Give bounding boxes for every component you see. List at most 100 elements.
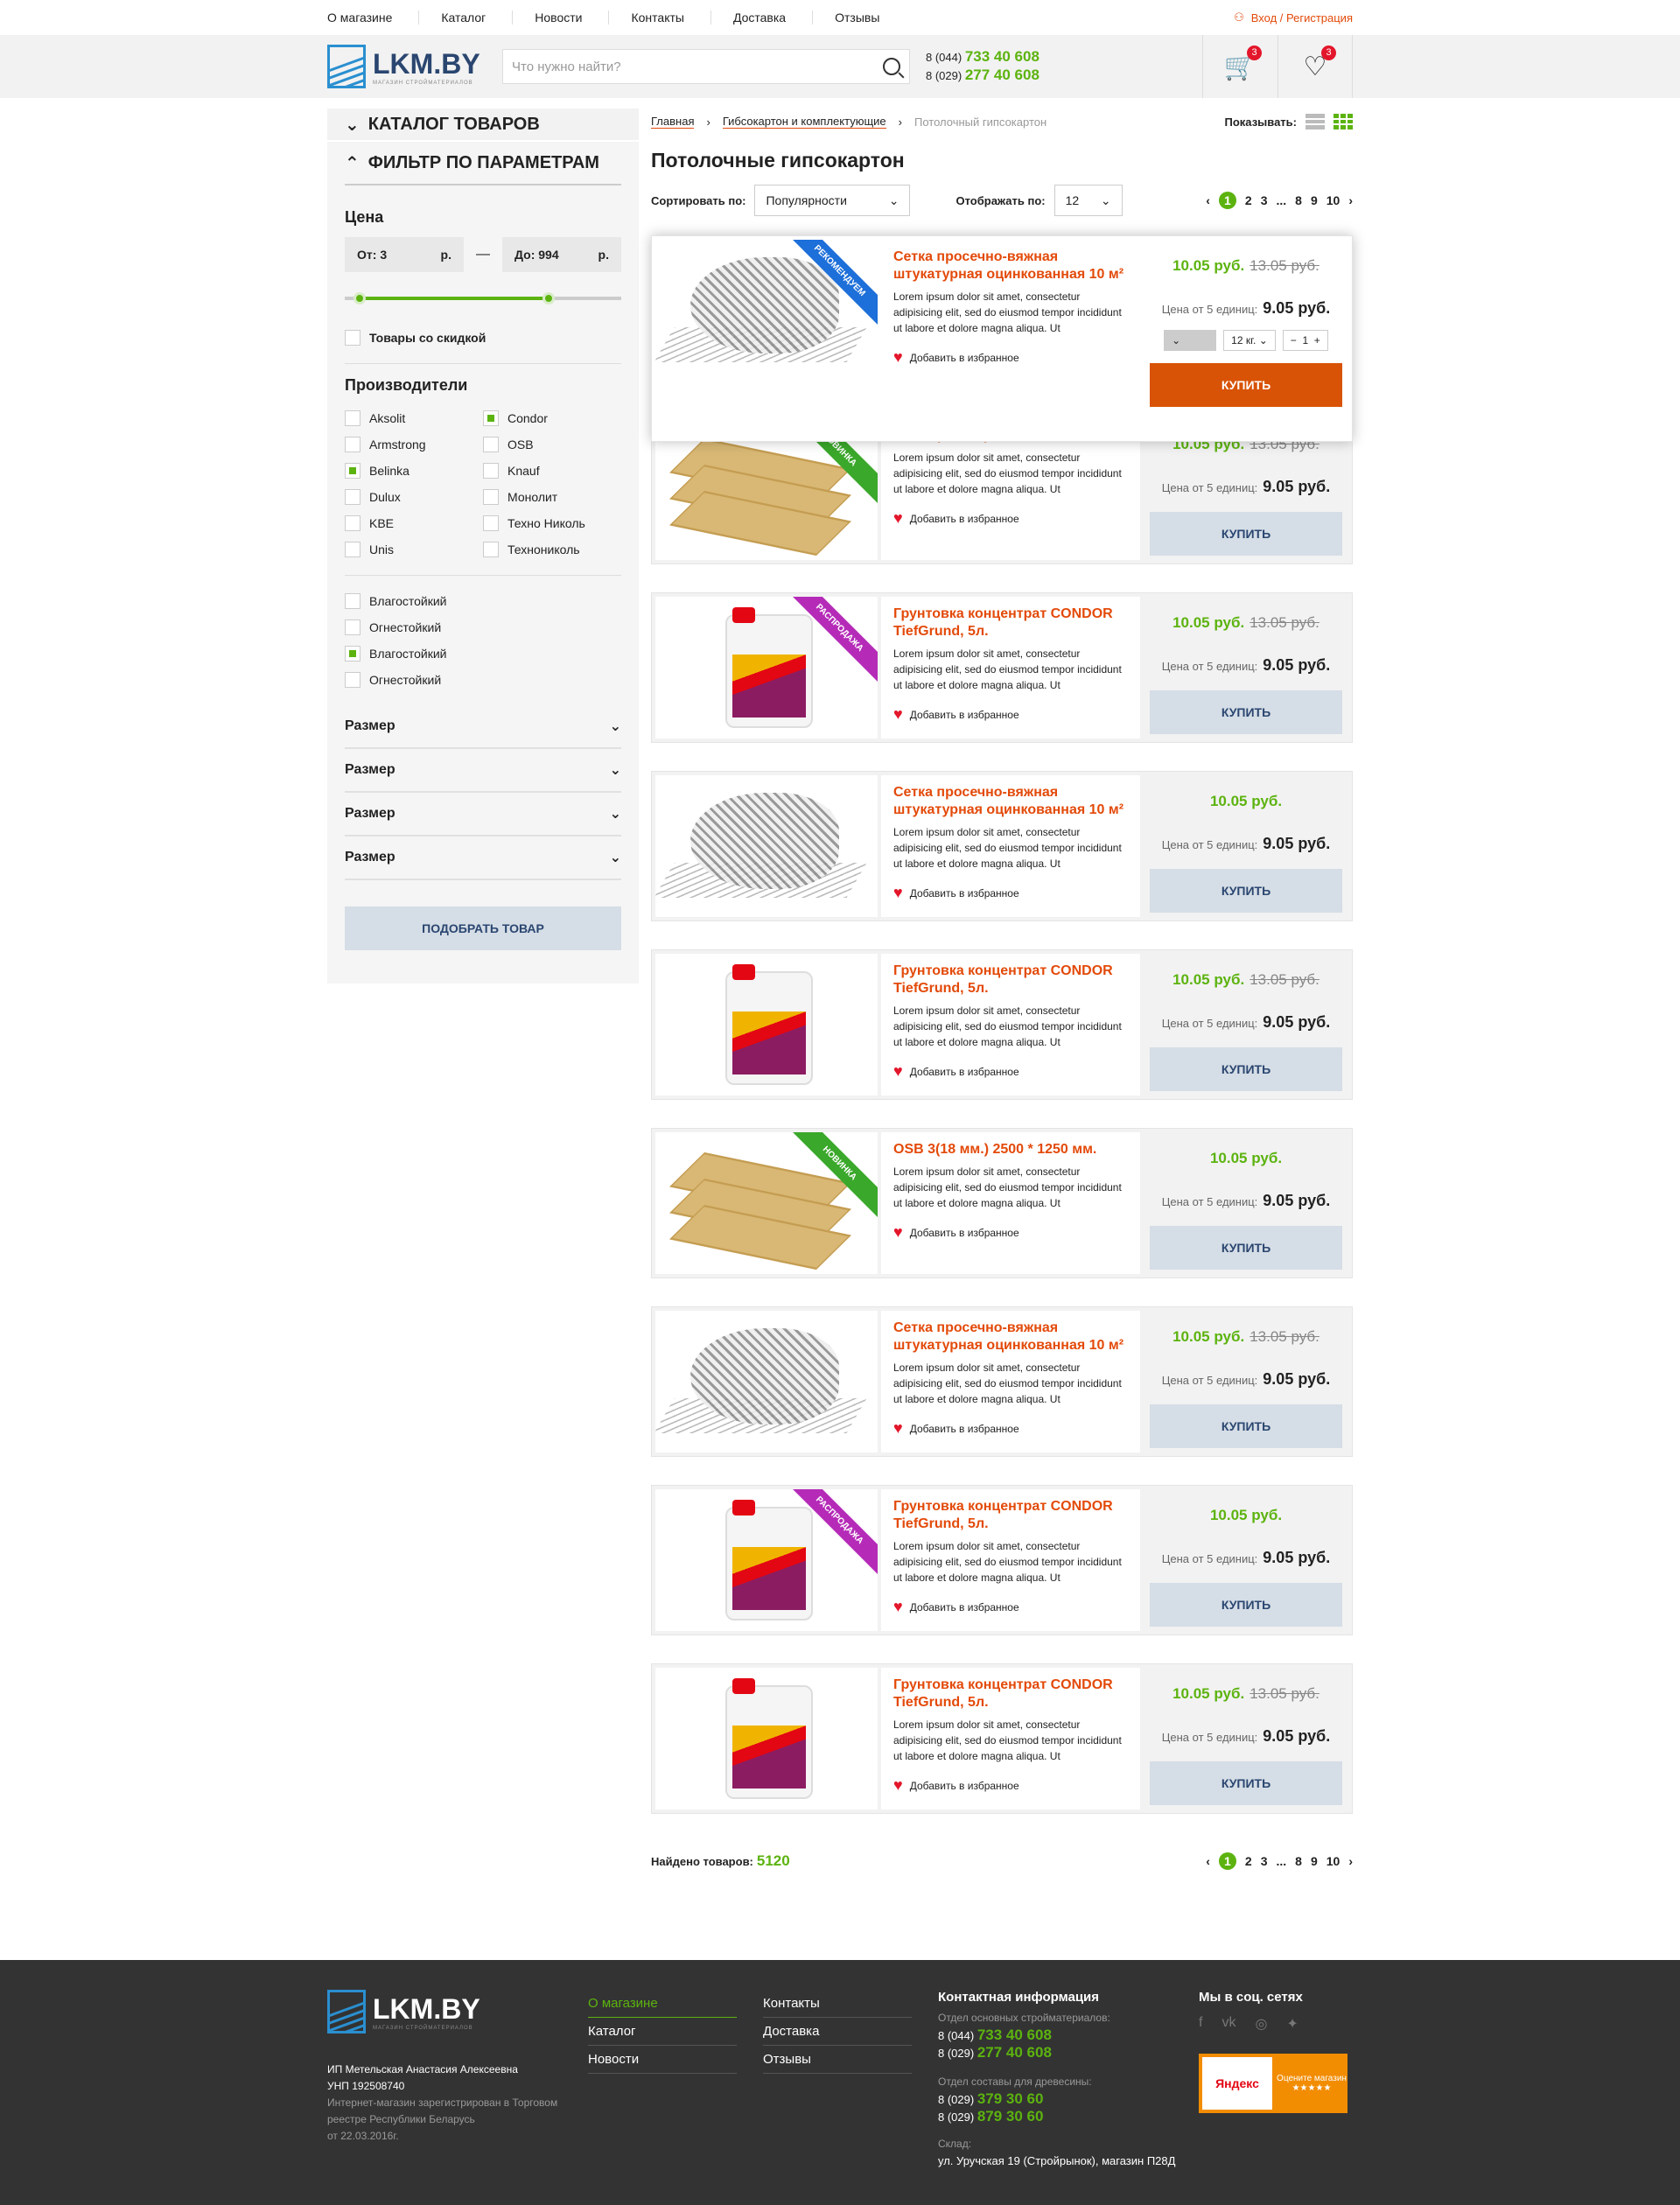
favorites-button[interactable]: ♡ 3 (1278, 35, 1353, 98)
search-input[interactable]: Что нужно найти? (502, 49, 910, 84)
add-to-favorites[interactable]: ♥ Добавить в избранное (893, 705, 1128, 724)
slider-handle-max[interactable] (542, 292, 555, 304)
prev-page-icon[interactable]: ‹ (1206, 193, 1210, 207)
page-link[interactable]: ... (1276, 1854, 1286, 1868)
top-menu-item[interactable]: О магазине (327, 10, 420, 24)
product-card[interactable]: Грунтовка концентрат CONDOR TiefGrund, 5… (651, 949, 1353, 1100)
maker-checkbox[interactable]: Knauf (483, 458, 621, 484)
product-card[interactable]: РАСПРОДАЖА Грунтовка концентрат CONDOR Ti… (651, 1485, 1353, 1635)
size-filter-toggle[interactable]: Размер ⌄ (345, 836, 621, 880)
color-select[interactable]: ⌄ (1164, 330, 1217, 351)
product-card[interactable]: НОВИНКА OSB 3(18 мм.) 2500 * 1250 мм. Lore… (651, 1128, 1353, 1278)
maker-checkbox[interactable]: Armstrong (345, 431, 483, 458)
grid-view-icon[interactable] (1334, 114, 1353, 130)
maker-checkbox[interactable]: Aksolit (345, 405, 483, 431)
maker-checkbox[interactable]: Техно Николь (483, 510, 621, 536)
add-to-favorites[interactable]: ♥ Добавить в избранное (893, 1062, 1128, 1081)
page-link[interactable]: 2 (1245, 193, 1252, 207)
crumb-category[interactable]: Гибсокартон и комплектующие (722, 115, 886, 129)
buy-button[interactable]: КУПИТЬ (1150, 1226, 1342, 1270)
property-checkbox[interactable]: Влагостойкий (345, 640, 621, 667)
page-link[interactable]: 9 (1311, 1854, 1318, 1868)
product-card[interactable]: Сетка просечно-вяжная штукатурная оцинко… (651, 1306, 1353, 1457)
sort-select[interactable]: Популярности ⌄ (754, 185, 911, 216)
page-link[interactable]: 10 (1326, 1854, 1340, 1868)
page-link[interactable]: 1 (1218, 1852, 1236, 1870)
maker-checkbox[interactable]: Монолит (483, 484, 621, 510)
page-link[interactable]: 9 (1311, 193, 1318, 207)
add-to-favorites[interactable]: ♥ Добавить в избранное (893, 884, 1128, 902)
page-link[interactable]: 10 (1326, 193, 1340, 207)
add-to-favorites[interactable]: ♥ Добавить в избранное (893, 1223, 1128, 1242)
buy-button[interactable]: КУПИТЬ (1150, 1404, 1342, 1448)
top-menu-item[interactable]: Контакты (631, 10, 711, 24)
property-checkbox[interactable]: Огнестойкий (345, 667, 621, 693)
add-to-favorites[interactable]: ♥ Добавить в избранное (893, 348, 1128, 367)
page-link[interactable]: 8 (1295, 193, 1302, 207)
top-menu-item[interactable]: Новости (535, 10, 610, 24)
logo[interactable]: LKM.BY МАГАЗИН СТРОЙМАТЕРИАЛОВ (327, 45, 502, 88)
footer-link[interactable]: Отзывы (763, 2046, 912, 2074)
size-filter-toggle[interactable]: Размер ⌄ (345, 749, 621, 793)
footer-link[interactable]: Контакты (763, 1990, 912, 2018)
discount-checkbox[interactable]: Товары со скидкой (345, 325, 621, 351)
pick-product-button[interactable]: ПОДОБРАТЬ ТОВАР (345, 906, 621, 950)
prev-page-icon[interactable]: ‹ (1206, 1854, 1210, 1868)
buy-button[interactable]: КУПИТЬ (1150, 512, 1342, 556)
catalog-toggle[interactable]: ⌄ КАТАЛОГ ТОВАРОВ (327, 108, 639, 142)
unit-select[interactable]: 12 кг. ⌄ (1223, 330, 1276, 351)
product-image[interactable]: РАСПРОДАЖА (655, 597, 878, 738)
twitter-icon[interactable]: ✦ (1286, 2015, 1298, 2033)
page-link[interactable]: ... (1276, 193, 1286, 207)
crumb-home[interactable]: Главная (651, 115, 695, 129)
buy-button[interactable]: КУПИТЬ (1150, 363, 1342, 407)
product-name[interactable]: OSB 3(18 мм.) 2500 * 1250 мм. (893, 1141, 1128, 1158)
per-page-select[interactable]: 12 ⌄ (1054, 185, 1123, 216)
page-link[interactable]: 1 (1218, 192, 1236, 209)
add-to-favorites[interactable]: ♥ Добавить в избранное (893, 1419, 1128, 1438)
price-slider[interactable] (345, 292, 621, 304)
maker-checkbox[interactable]: KBE (345, 510, 483, 536)
product-name[interactable]: Сетка просечно-вяжная штукатурная оцинко… (893, 784, 1128, 819)
product-image[interactable]: РЕКОМЕНДУЕМ (655, 240, 878, 438)
buy-button[interactable]: КУПИТЬ (1150, 1583, 1342, 1627)
add-to-favorites[interactable]: ♥ Добавить в избранное (893, 509, 1128, 528)
product-image[interactable]: НОВИНКА (655, 1132, 878, 1274)
maker-checkbox[interactable]: Dulux (345, 484, 483, 510)
product-name[interactable]: Сетка просечно-вяжная штукатурная оцинко… (893, 1320, 1128, 1354)
size-filter-toggle[interactable]: Размер ⌄ (345, 793, 621, 836)
next-page-icon[interactable]: › (1348, 1854, 1353, 1868)
list-view-icon[interactable] (1306, 114, 1325, 130)
filter-toggle[interactable]: ⌃ ФИЛЬТР ПО ПАРАМЕТРАМ (345, 142, 621, 186)
product-image[interactable] (655, 1668, 878, 1810)
footer-link[interactable]: Новости (588, 2046, 737, 2074)
footer-link[interactable]: О магазине (588, 1990, 737, 2018)
buy-button[interactable]: КУПИТЬ (1150, 1047, 1342, 1091)
maker-checkbox[interactable]: Технониколь (483, 536, 621, 563)
price-to-input[interactable]: До: 994 р. (502, 237, 621, 272)
cart-button[interactable]: 🛒 3 (1202, 35, 1278, 98)
slider-handle-min[interactable] (354, 292, 366, 304)
product-card[interactable]: РЕКОМЕНДУЕМ Сетка просечно-вяжная штукату… (651, 235, 1353, 442)
vk-icon[interactable]: vk (1222, 2015, 1236, 2033)
page-link[interactable]: 2 (1245, 1854, 1252, 1868)
search-icon[interactable] (883, 58, 900, 75)
page-link[interactable]: 3 (1261, 193, 1268, 207)
product-card[interactable]: Грунтовка концентрат CONDOR TiefGrund, 5… (651, 1663, 1353, 1814)
product-name[interactable]: Грунтовка концентрат CONDOR TiefGrund, 5… (893, 1498, 1128, 1533)
product-card[interactable]: Сетка просечно-вяжная штукатурная оцинко… (651, 771, 1353, 921)
product-name[interactable]: Грунтовка концентрат CONDOR TiefGrund, 5… (893, 606, 1128, 640)
product-image[interactable]: РАСПРОДАЖА (655, 1489, 878, 1631)
product-card[interactable]: РАСПРОДАЖА Грунтовка концентрат CONDOR Ti… (651, 592, 1353, 743)
product-image[interactable] (655, 1311, 878, 1452)
product-image[interactable] (655, 775, 878, 917)
buy-button[interactable]: КУПИТЬ (1150, 1761, 1342, 1805)
login-link[interactable]: ⚇ Вход / Регистрация (1234, 10, 1353, 24)
product-name[interactable]: Грунтовка концентрат CONDOR TiefGrund, 5… (893, 962, 1128, 998)
product-name[interactable]: Сетка просечно-вяжная штукатурная оцинко… (893, 248, 1128, 284)
instagram-icon[interactable]: ◎ (1255, 2015, 1267, 2033)
yandex-rating-widget[interactable]: Яндекс Оцените магазин ★★★★★ (1199, 2054, 1348, 2113)
page-link[interactable]: 3 (1261, 1854, 1268, 1868)
add-to-favorites[interactable]: ♥ Добавить в избранное (893, 1776, 1128, 1795)
footer-link[interactable]: Каталог (588, 2018, 737, 2046)
